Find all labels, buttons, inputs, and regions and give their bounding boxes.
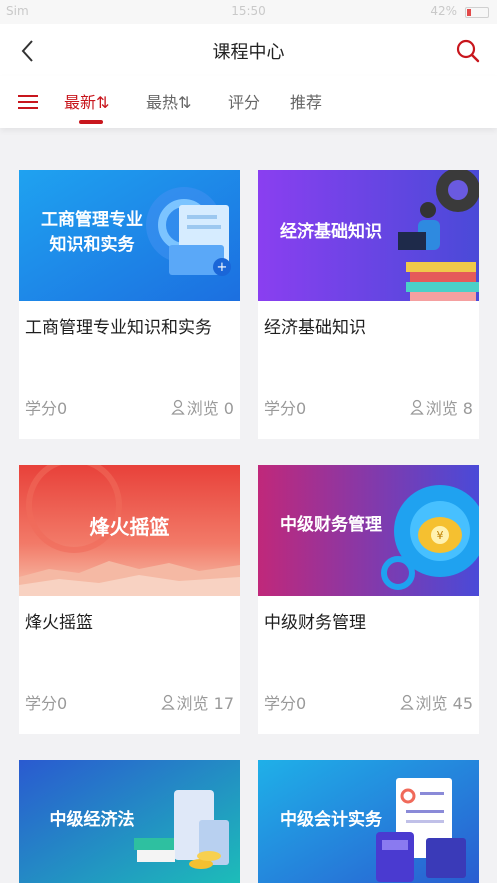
course-card[interactable]: 烽火摇篮 烽火摇篮 学分0 浏览 17 xyxy=(19,465,240,734)
course-thumbnail: + 工商管理专业 知识和实务 xyxy=(19,170,240,301)
thumbnail-title: 经济基础知识 xyxy=(280,222,382,242)
thumbnail-title: 中级财务管理 xyxy=(280,515,382,535)
views-count: 浏览 17 xyxy=(176,694,234,713)
views-count: 浏览 0 xyxy=(186,399,234,418)
person-icon xyxy=(409,399,424,415)
course-credit: 学分0 xyxy=(25,399,68,418)
svg-text:+: + xyxy=(217,260,228,275)
tab-bar: 最新⇅ 最热⇅ 评分 推荐 xyxy=(0,76,497,128)
course-title: 经济基础知识 xyxy=(264,318,366,338)
active-tab-indicator xyxy=(79,120,103,124)
course-thumbnail: 中级经济法 xyxy=(19,760,240,883)
page-title: 课程中心 xyxy=(212,42,285,63)
hamburger-icon xyxy=(18,95,38,97)
menu-button[interactable] xyxy=(16,90,42,114)
views-count: 浏览 8 xyxy=(425,399,473,418)
person-icon xyxy=(170,399,185,415)
svg-text:¥: ¥ xyxy=(437,529,444,542)
thumbnail-title: 工商管理专业 知识和实务 xyxy=(41,210,143,255)
course-title: 中级财务管理 xyxy=(264,613,366,633)
course-card[interactable]: ¥ 中级财务管理 中级财务管理 学分0 浏览 45 xyxy=(258,465,479,734)
course-views: 浏览 17 xyxy=(160,690,234,714)
views-count: 浏览 45 xyxy=(415,694,473,713)
course-credit: 学分0 xyxy=(264,694,307,713)
person-icon xyxy=(160,694,175,710)
tab-latest[interactable]: 最新⇅ xyxy=(64,89,109,113)
thumbnail-title: 中级会计实务 xyxy=(280,810,382,830)
course-thumbnail: 烽火摇篮 xyxy=(19,465,240,596)
course-views: 浏览 8 xyxy=(409,395,473,419)
course-card[interactable]: + 工商管理专业 知识和实务 工商管理专业知识和实务 学分0 浏览 0 xyxy=(19,170,240,439)
search-icon xyxy=(456,39,480,63)
course-credit: 学分0 xyxy=(25,694,68,713)
course-title: 工商管理专业知识和实务 xyxy=(25,318,212,338)
course-thumbnail: 中级会计实务 xyxy=(258,760,479,883)
search-button[interactable] xyxy=(453,36,483,66)
course-views: 浏览 0 xyxy=(170,395,234,419)
tab-recommended[interactable]: 推荐 xyxy=(290,89,322,113)
person-icon xyxy=(399,694,414,710)
course-card[interactable]: 经济基础知识 经济基础知识 学分0 浏览 8 xyxy=(258,170,479,439)
back-button[interactable] xyxy=(14,36,44,66)
course-views: 浏览 45 xyxy=(399,690,473,714)
battery-icon xyxy=(465,7,489,18)
tab-hottest[interactable]: 最热⇅ xyxy=(146,89,191,113)
thumbnail-title: 烽火摇篮 xyxy=(89,515,170,539)
course-thumbnail: ¥ 中级财务管理 xyxy=(258,465,479,596)
course-card[interactable]: 中级经济法 xyxy=(19,760,240,883)
chevron-left-icon xyxy=(21,40,33,62)
status-bar: Sim 15:50 42% xyxy=(0,0,497,24)
course-thumbnail: 经济基础知识 xyxy=(258,170,479,301)
clock: 15:50 xyxy=(231,4,266,18)
course-card[interactable]: 中级会计实务 xyxy=(258,760,479,883)
nav-bar: 课程中心 xyxy=(0,24,497,76)
course-credit: 学分0 xyxy=(264,399,307,418)
battery-percent: 42% xyxy=(430,4,457,18)
tab-rating[interactable]: 评分 xyxy=(228,89,260,113)
thumbnail-title: 中级经济法 xyxy=(49,810,135,830)
course-title: 烽火摇篮 xyxy=(25,613,93,633)
